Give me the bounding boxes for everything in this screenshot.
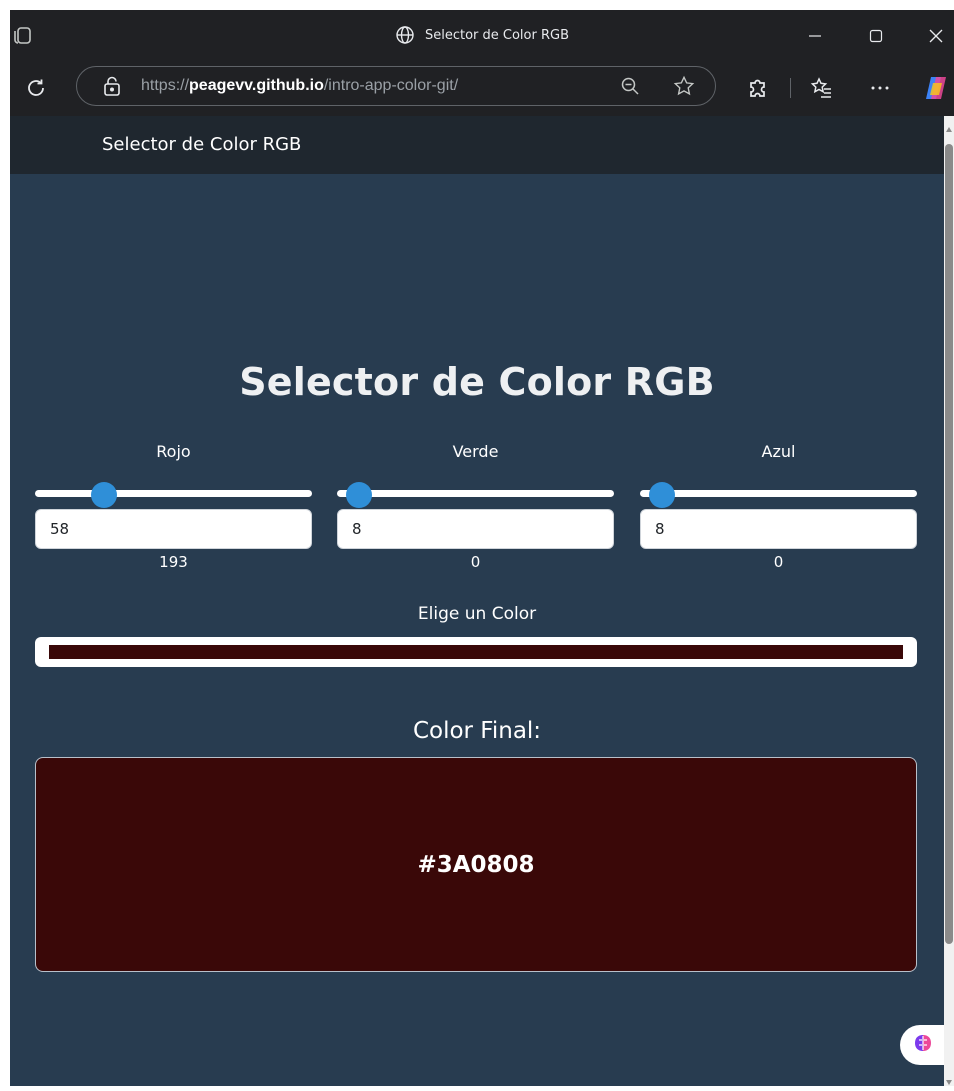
url-host: peagevv.github.io bbox=[189, 77, 324, 94]
url-text[interactable]: https://peagevv.github.io/intro-app-colo… bbox=[141, 67, 458, 104]
browser-toolbar: https://peagevv.github.io/intro-app-colo… bbox=[10, 60, 954, 116]
zoom-out-icon[interactable] bbox=[620, 76, 640, 96]
green-readout: 0 bbox=[470, 553, 481, 571]
blue-readout: 0 bbox=[773, 553, 784, 571]
channel-green: Verde 8 0 bbox=[337, 436, 614, 576]
color-picker[interactable] bbox=[35, 637, 917, 667]
browser-title-bar: Selector de Color RGB bbox=[10, 10, 954, 60]
channel-red: Rojo 58 193 bbox=[35, 436, 312, 576]
final-color-label: Color Final: bbox=[412, 718, 542, 744]
page-scrollbar[interactable] bbox=[944, 116, 954, 1086]
blue-input[interactable]: 8 bbox=[640, 509, 917, 549]
scroll-down-arrow-icon[interactable] bbox=[945, 1072, 953, 1085]
favorites-icon[interactable] bbox=[810, 76, 834, 100]
navbar-brand[interactable]: Selector de Color RGB bbox=[102, 116, 301, 174]
red-input[interactable]: 58 bbox=[35, 509, 312, 549]
url-path: /intro-app-color-git/ bbox=[323, 77, 459, 94]
slider-thumb[interactable] bbox=[346, 482, 373, 508]
star-icon[interactable] bbox=[673, 75, 695, 97]
channel-label-red: Rojo bbox=[156, 442, 191, 461]
globe-icon bbox=[395, 25, 415, 45]
toolbar-divider bbox=[790, 78, 791, 98]
final-color-preview: #3A0808 bbox=[35, 757, 917, 972]
red-readout: 193 bbox=[159, 553, 188, 571]
address-bar[interactable]: https://peagevv.github.io/intro-app-colo… bbox=[76, 66, 716, 106]
brain-icon bbox=[912, 1032, 934, 1058]
extensions-icon[interactable] bbox=[746, 76, 770, 100]
color-picker-swatch bbox=[49, 645, 903, 659]
green-input[interactable]: 8 bbox=[337, 509, 614, 549]
final-color-hex: #3A0808 bbox=[417, 851, 535, 878]
channel-label-green: Verde bbox=[452, 442, 499, 461]
refresh-icon[interactable] bbox=[24, 76, 48, 100]
assistant-button[interactable] bbox=[900, 1025, 944, 1065]
lock-icon[interactable] bbox=[103, 76, 121, 96]
page-viewport: Selector de Color RGB Selector de Color … bbox=[10, 116, 944, 1086]
navbar: Selector de Color RGB bbox=[10, 116, 944, 174]
close-button[interactable] bbox=[924, 24, 948, 48]
red-slider[interactable] bbox=[35, 482, 312, 508]
page-title: Selector de Color RGB bbox=[239, 360, 715, 404]
copilot-icon[interactable] bbox=[922, 74, 950, 102]
blue-slider[interactable] bbox=[640, 482, 917, 508]
minimize-button[interactable] bbox=[803, 24, 827, 48]
scrollbar-thumb[interactable] bbox=[945, 144, 953, 944]
channel-label-blue: Azul bbox=[761, 442, 796, 461]
maximize-button[interactable] bbox=[864, 24, 888, 48]
slider-track bbox=[337, 490, 614, 497]
more-icon[interactable] bbox=[868, 76, 892, 100]
green-slider[interactable] bbox=[337, 482, 614, 508]
url-scheme: https:// bbox=[141, 77, 190, 94]
slider-thumb[interactable] bbox=[91, 482, 118, 508]
channel-blue: Azul 8 0 bbox=[640, 436, 917, 576]
window-title: Selector de Color RGB bbox=[424, 27, 569, 43]
slider-track bbox=[35, 490, 312, 497]
slider-thumb[interactable] bbox=[649, 482, 676, 508]
color-picker-label: Elige un Color bbox=[417, 604, 537, 624]
slider-track bbox=[640, 490, 917, 497]
scroll-up-arrow-icon[interactable] bbox=[945, 120, 953, 132]
